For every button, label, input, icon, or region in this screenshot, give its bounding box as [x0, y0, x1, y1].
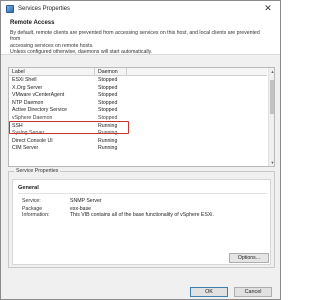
service-daemon-status: Running [98, 137, 118, 144]
column-header-daemon[interactable]: Daemon [95, 68, 127, 75]
service-label: X.Org Server [12, 84, 43, 91]
package-description: This VIB contains all of the base functi… [70, 212, 214, 219]
service-label: ESXi Shell [12, 77, 37, 83]
table-row[interactable]: CIM Server Running [9, 145, 267, 153]
title-bar: Services Properties ✕ [1, 1, 280, 16]
table-row[interactable]: NTP Daemon Stopped [9, 100, 267, 108]
service-label: CIM Server [12, 145, 39, 152]
ok-button[interactable]: OK [190, 287, 228, 297]
service-label: NTP Daemon [12, 99, 44, 106]
service-daemon-status: Stopped [98, 84, 118, 91]
table-row[interactable]: Active Directory Service Stopped [9, 107, 267, 115]
service-properties-group: Service Properties General Service: SNMP… [8, 168, 275, 268]
remote-access-description-line1: By default, remote clients are prevented… [10, 30, 260, 43]
package-value: esx-base This VIB contains all of the ba… [70, 206, 214, 219]
service-daemon-status: Running [98, 145, 118, 152]
column-header-label[interactable]: Label [9, 68, 95, 75]
service-daemon-status: Stopped [98, 107, 118, 114]
ssh-row-highlight [9, 121, 129, 134]
package-name: esx-base [70, 206, 92, 212]
service-properties-legend: Service Properties [14, 168, 61, 174]
package-key: Package Information: [22, 206, 50, 219]
package-property-row: Package Information: esx-base This VIB c… [22, 206, 214, 219]
service-properties-panel: General Service: SNMP Server Package Inf… [12, 179, 271, 265]
scrollbar-thumb[interactable] [270, 80, 274, 114]
service-value: SNMP Server [70, 198, 102, 204]
close-icon[interactable]: ✕ [258, 2, 278, 14]
service-daemon-status: Stopped [98, 99, 118, 106]
general-section-title: General [18, 185, 39, 191]
table-row[interactable]: VMware vCenterAgent Stopped [9, 92, 267, 100]
services-properties-window: Services Properties ✕ Remote Access By d… [0, 0, 281, 300]
options-button[interactable]: Options... [229, 253, 269, 263]
vertical-scrollbar[interactable]: ▲ ▼ [268, 68, 274, 166]
table-header: Label Daemon [9, 68, 267, 76]
service-daemon-status: Stopped [98, 77, 118, 83]
services-table: Label Daemon ESXi Shell Stopped X.Org Se… [8, 67, 275, 167]
service-label: Active Directory Service [12, 107, 68, 114]
remote-access-description-line3: Unless configured otherwise, daemons wil… [10, 49, 153, 56]
service-key: Service: [22, 198, 41, 204]
service-label: VMware vCenterAgent [12, 92, 65, 99]
table-rows: ESXi Shell Stopped X.Org Server Stopped … [9, 77, 267, 153]
table-row[interactable]: X.Org Server Stopped [9, 85, 267, 93]
service-daemon-status: Stopped [98, 92, 118, 99]
service-label: Direct Console UI [12, 137, 53, 144]
table-row[interactable]: Direct Console UI Running [9, 138, 267, 146]
app-window-icon [6, 4, 14, 13]
table-row[interactable]: ESXi Shell Stopped [9, 77, 267, 85]
remote-access-header: Remote Access By default, remote clients… [1, 16, 280, 55]
cancel-button[interactable]: Cancel [234, 287, 272, 297]
service-property-row: Service: SNMP Server [22, 198, 102, 204]
scroll-up-icon[interactable]: ▲ [269, 68, 274, 75]
window-title: Services Properties [18, 5, 71, 12]
scroll-down-icon[interactable]: ▼ [269, 159, 274, 166]
general-divider [18, 193, 267, 194]
remote-access-title: Remote Access [10, 20, 55, 26]
